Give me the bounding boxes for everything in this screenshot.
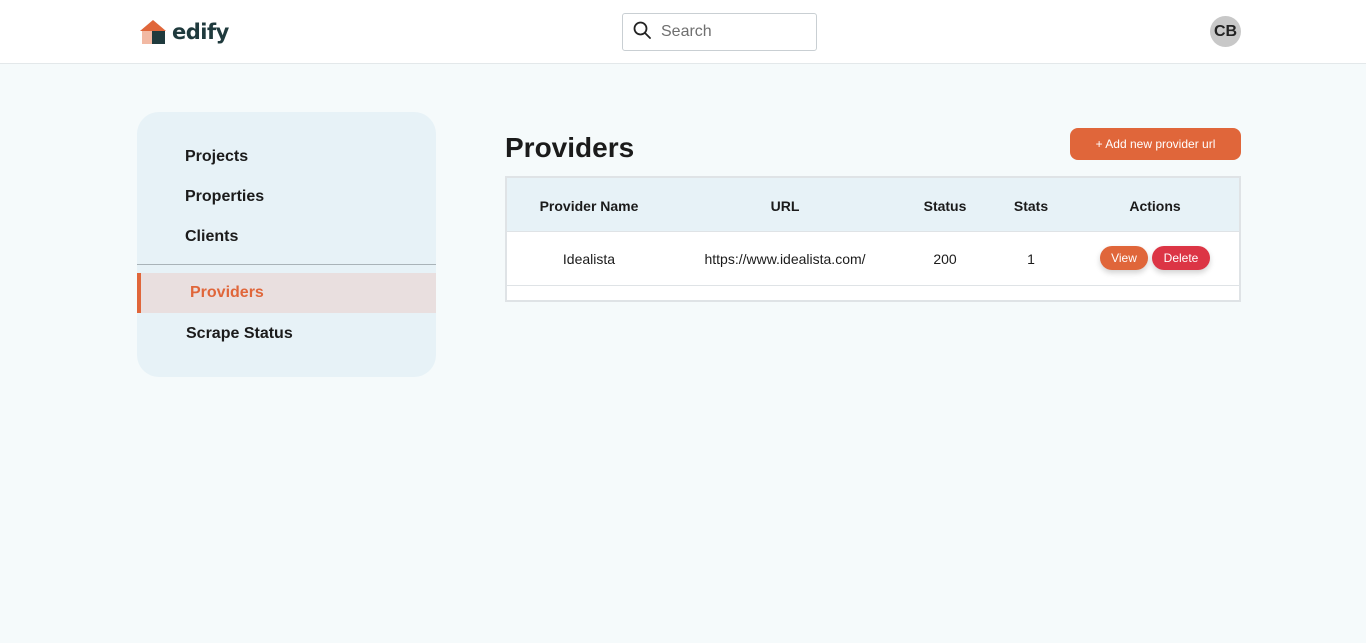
table-row: Idealista https://www.idealista.com/ 200… <box>507 232 1239 286</box>
house-logo-icon <box>140 19 168 45</box>
column-header-stats: Stats <box>1013 198 1049 214</box>
search-input[interactable] <box>661 23 801 41</box>
sidebar-item-projects[interactable]: Projects <box>185 148 248 166</box>
delete-button[interactable]: Delete <box>1152 246 1210 270</box>
cell-status: 200 <box>933 251 957 267</box>
sidebar-item-providers[interactable]: Providers <box>137 273 436 313</box>
providers-table: Provider Name URL Status Stats Actions I… <box>505 176 1241 302</box>
cell-provider-name: Idealista <box>562 251 616 267</box>
view-button[interactable]: View <box>1100 246 1148 270</box>
column-header-actions: Actions <box>1129 198 1181 214</box>
avatar[interactable]: CB <box>1210 16 1241 47</box>
add-provider-button[interactable]: + Add new provider url <box>1070 128 1241 160</box>
cell-url: https://www.idealista.com/ <box>704 251 866 267</box>
search-box[interactable] <box>622 13 817 51</box>
column-header-url: URL <box>770 198 800 214</box>
page-title: Providers <box>505 132 635 163</box>
sidebar-item-properties[interactable]: Properties <box>185 188 264 206</box>
column-header-provider-name: Provider Name <box>539 198 639 214</box>
search-icon <box>633 21 651 44</box>
column-header-status: Status <box>923 198 967 214</box>
sidebar-item-scrape-status[interactable]: Scrape Status <box>186 325 293 343</box>
sidebar-item-label: Providers <box>190 284 264 301</box>
table-header: Provider Name URL Status Stats Actions <box>507 178 1239 232</box>
logo[interactable]: edify <box>140 19 229 45</box>
sidebar-divider <box>137 264 436 265</box>
sidebar-item-clients[interactable]: Clients <box>185 228 238 246</box>
top-bar: edify CB <box>0 0 1366 64</box>
logo-text: edify <box>172 20 229 44</box>
cell-stats: 1 <box>1027 251 1035 267</box>
sidebar: Projects Properties Clients Providers Sc… <box>137 112 436 377</box>
